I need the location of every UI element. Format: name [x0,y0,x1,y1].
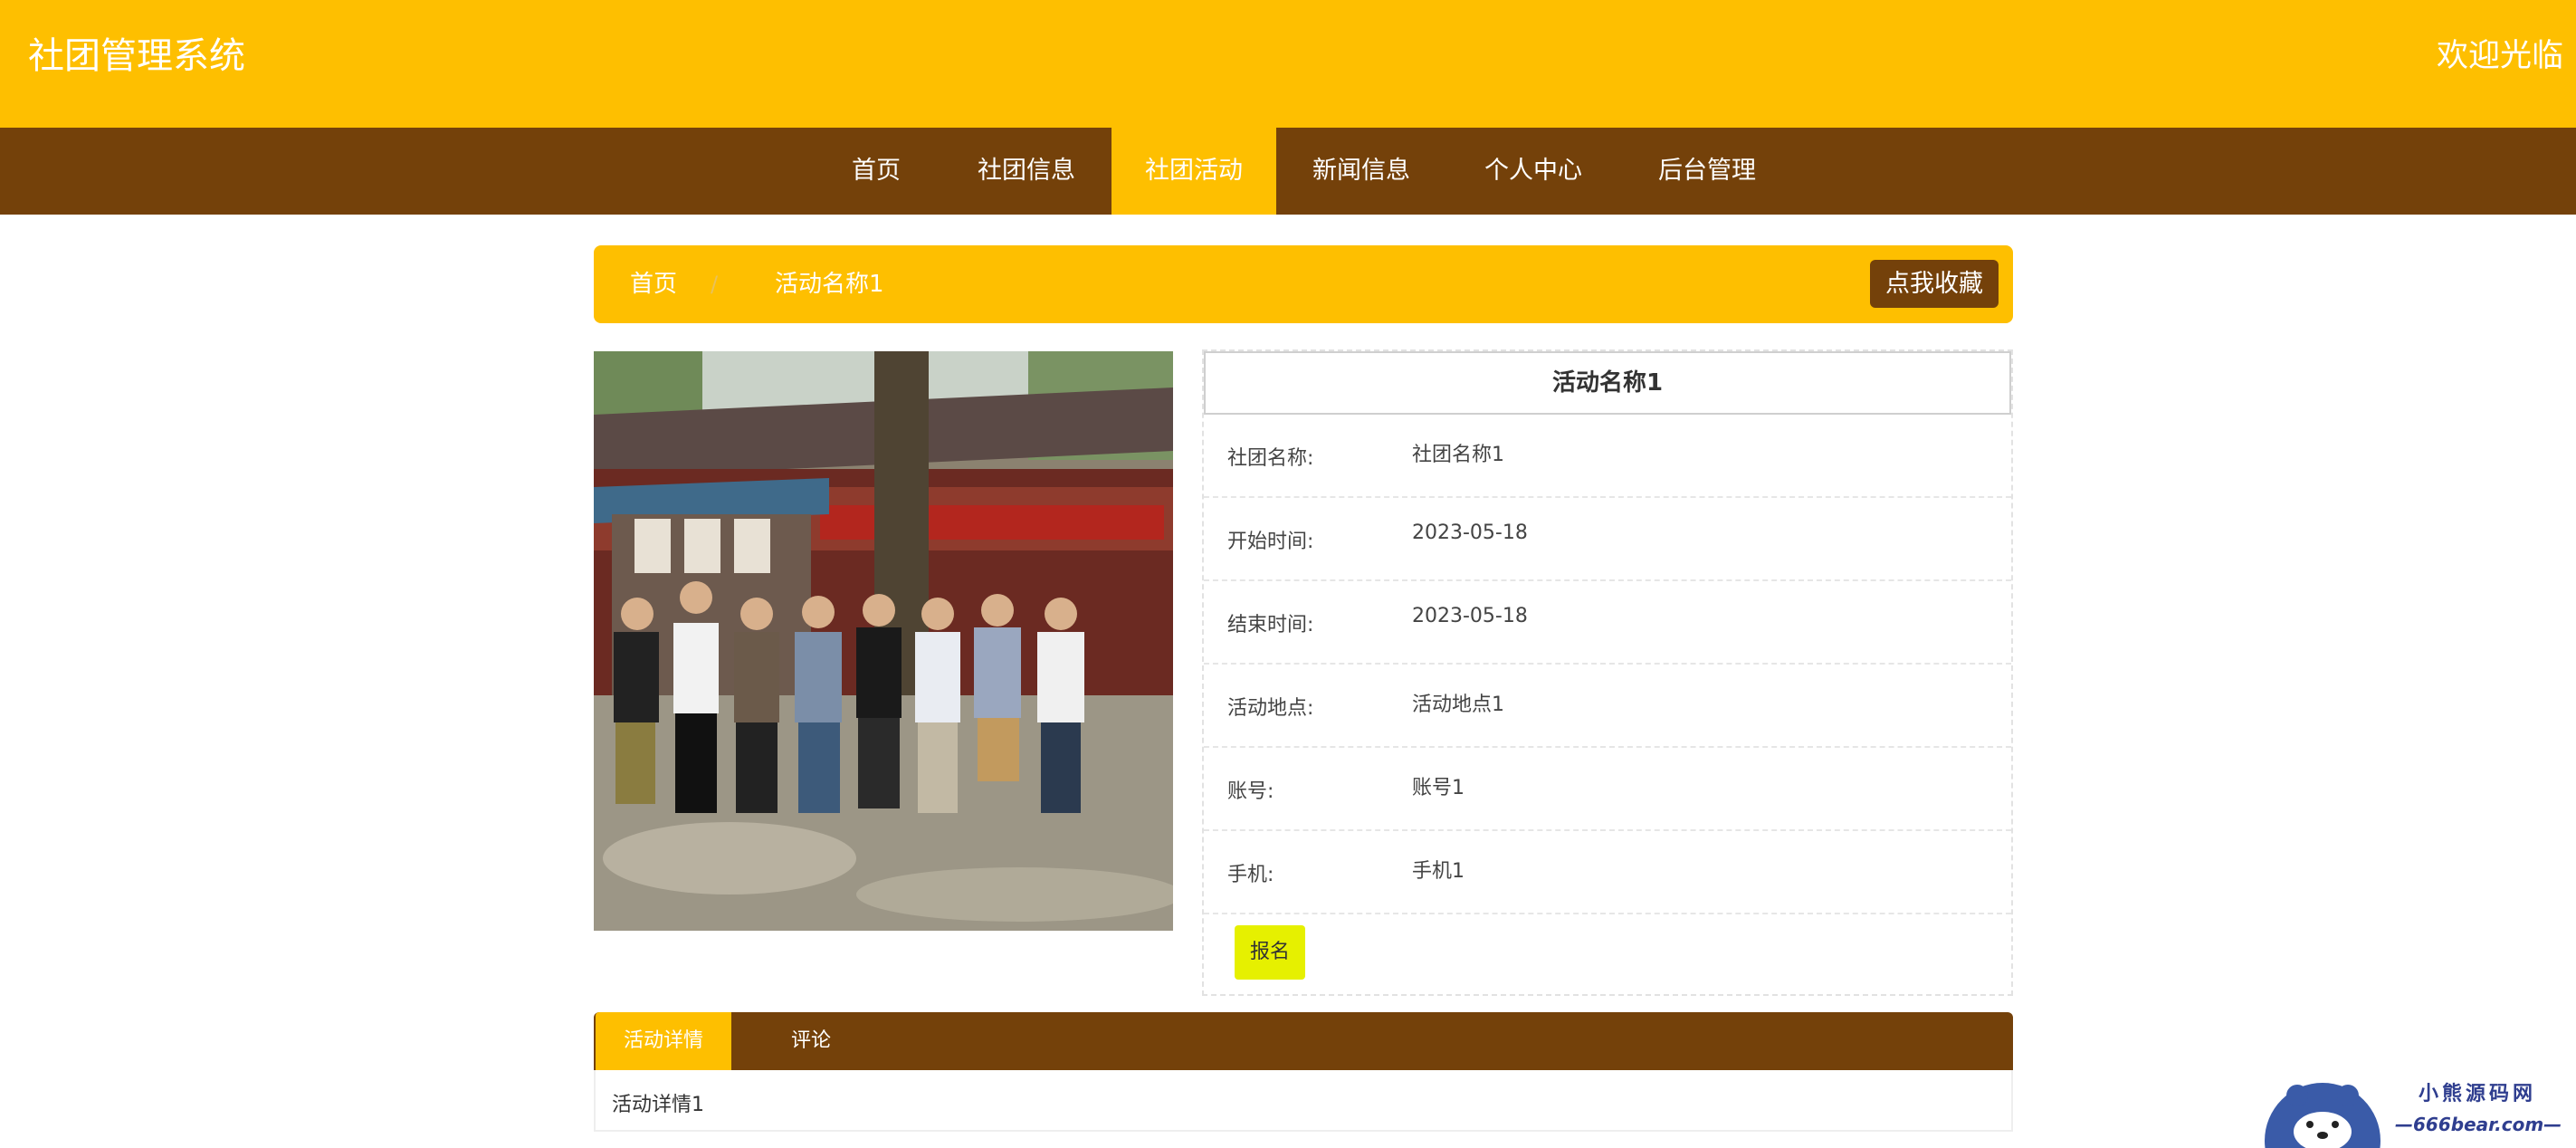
info-value: 手机1 [1412,860,1465,883]
nav-item-club-activity[interactable]: 社团活动 [1111,128,1276,215]
nav-item-club-info[interactable]: 社团信息 [959,128,1093,215]
info-value: 社团名称1 [1412,444,1504,466]
info-row-end-time: 结束时间: 2023-05-18 [1204,581,2011,665]
main-nav: 首页 社团信息 社团活动 新闻信息 个人中心 后台管理 [0,128,2576,215]
info-label: 手机: [1227,864,1274,886]
site-title: 社团管理系统 [28,35,245,77]
activity-details-text: 活动详情1 [612,1094,704,1116]
tab-comments[interactable]: 评论 [757,1012,865,1070]
info-row-phone: 手机: 手机1 [1204,831,2011,914]
watermark-en-text: —666bear.com— [2395,1114,2562,1135]
info-label: 社团名称: [1227,447,1314,470]
watermark-cn-text: 小熊源码网 [2419,1083,2537,1105]
activity-title: 活动名称1 [1204,351,2011,415]
info-value: 2023-05-18 [1412,605,1528,627]
nav-item-home[interactable]: 首页 [831,128,921,215]
tab-activity-details[interactable]: 活动详情 [596,1012,731,1070]
detail-tabs: 活动详情 评论 [594,1012,2013,1070]
watermark: 小熊源码网 —666bear.com— [2259,1068,2576,1148]
activity-info-panel: 活动名称1 社团名称: 社团名称1 开始时间: 2023-05-18 结束时间:… [1202,349,2013,996]
bear-logo-icon [2265,1083,2380,1148]
signup-button[interactable]: 报名 [1235,925,1305,980]
activity-photo [594,351,1173,931]
info-value: 2023-05-18 [1412,521,1528,544]
nav-item-personal-center[interactable]: 个人中心 [1466,128,1600,215]
header: 社团管理系统 欢迎光临 [0,0,2576,128]
info-row-location: 活动地点: 活动地点1 [1204,665,2011,748]
info-label: 结束时间: [1227,614,1314,636]
breadcrumb-home-link[interactable]: 首页 [630,245,677,323]
nav-item-admin[interactable]: 后台管理 [1640,128,1774,215]
tab-content-panel: 活动详情1 [594,1070,2013,1132]
info-row-club-name: 社团名称: 社团名称1 [1204,415,2011,498]
info-value: 账号1 [1412,777,1465,799]
info-label: 活动地点: [1227,697,1314,720]
group-photo-image [594,351,1173,931]
info-row-start-time: 开始时间: 2023-05-18 [1204,498,2011,581]
info-label: 开始时间: [1227,531,1314,553]
info-value: 活动地点1 [1412,694,1504,716]
favorite-button[interactable]: 点我收藏 [1870,260,1999,308]
welcome-text: 欢迎光临 [2436,38,2563,74]
breadcrumb-separator: / [711,272,719,297]
breadcrumb-current: 活动名称1 [775,271,884,298]
info-label: 账号: [1227,780,1274,803]
info-row-account: 账号: 账号1 [1204,748,2011,831]
breadcrumb: 首页 / 活动名称1 点我收藏 [594,245,2013,323]
nav-item-news[interactable]: 新闻信息 [1294,128,1428,215]
